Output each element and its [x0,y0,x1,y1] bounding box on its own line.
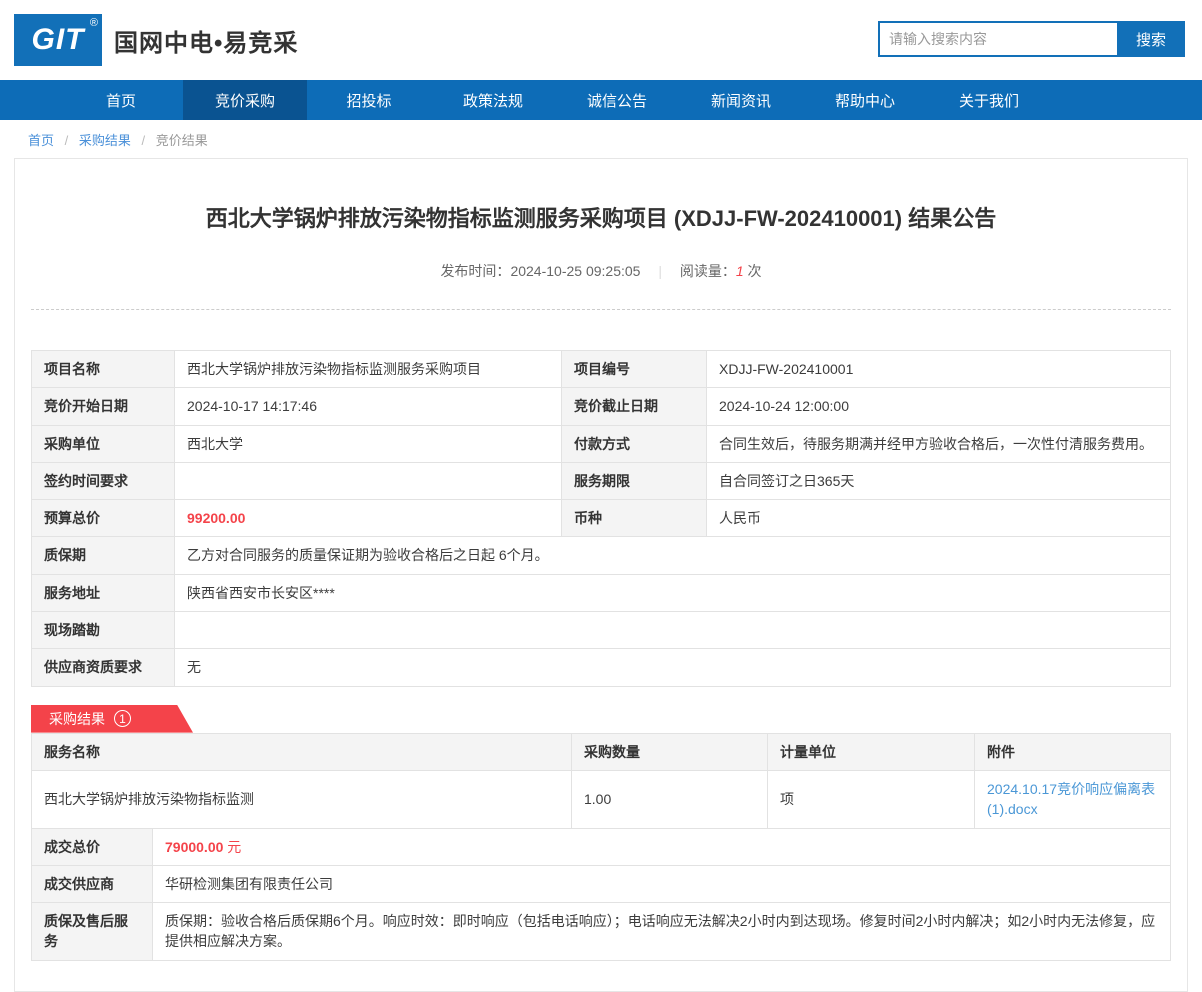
publish-time: 2024-10-25 09:25:05 [510,263,641,279]
warranty-value: 乙方对合同服务的质量保证期为验收合格后之日起 6个月。 [174,536,1171,575]
bid-end-label: 竞价截止日期 [561,387,707,426]
table-row: 质保及售后服务 质保期：验收合格后质保期6个月。响应时效：即时响应（包括电话响应… [31,902,1171,961]
table-header-row: 服务名称 采购数量 计量单位 附件 [31,732,1171,771]
table-row: 签约时间要求 服务期限 自合同签订之日365天 [31,461,1171,501]
breadcrumb-separator: / [141,133,146,148]
payment-value: 合同生效后，待服务期满并经甲方验收合格后，一次性付清服务费用。 [706,424,1171,463]
nav-item-news[interactable]: 新闻资讯 [679,80,803,120]
meta-divider: | [658,263,662,279]
service-name-header: 服务名称 [31,732,572,771]
views-unit: 次 [747,263,762,279]
table-row: 供应商资质要求 无 [31,648,1171,687]
table-row: 预算总价 99200.00 币种 人民币 [31,499,1171,538]
buyer-value: 西北大学 [174,424,562,463]
currency-label: 币种 [561,499,707,538]
deal-summary-table: 成交总价 79000.00 元 成交供应商 华研检测集团有限责任公司 质保及售后… [31,827,1171,961]
search-bar: 搜索 [878,21,1185,57]
supplier-qualification-label: 供应商资质要求 [31,648,175,687]
service-name-cell: 西北大学锅炉排放污染物指标监测 [31,769,572,829]
search-input[interactable] [878,21,1117,57]
table-row: 成交总价 79000.00 元 [31,827,1171,866]
attachment-header: 附件 [974,732,1171,771]
page-title: 西北大学锅炉排放污染物指标监测服务采购项目 (XDJJ-FW-202410001… [205,206,997,231]
warranty-label: 质保期 [31,536,175,575]
unit-header: 计量单位 [767,732,975,771]
table-row: 项目名称 西北大学锅炉排放污染物指标监测服务采购项目 项目编号 XDJJ-FW-… [31,349,1171,389]
breadcrumb-purchase-results[interactable]: 采购结果 [79,133,131,148]
table-row: 采购单位 西北大学 付款方式 合同生效后，待服务期满并经甲方验收合格后，一次性付… [31,424,1171,463]
project-name-value: 西北大学锅炉排放污染物指标监测服务采购项目 [174,349,562,389]
table-row: 质保期 乙方对合同服务的质量保证期为验收合格后之日起 6个月。 [31,536,1171,575]
table-row: 成交供应商 华研检测集团有限责任公司 [31,864,1171,904]
buyer-label: 采购单位 [31,424,175,463]
budget-label: 预算总价 [31,499,175,538]
service-term-value: 自合同签订之日365天 [706,461,1171,501]
breadcrumb-current: 竞价结果 [155,133,208,148]
dashed-divider [31,309,1171,310]
quantity-header: 采购数量 [571,732,768,771]
supplier-qualification-value: 无 [174,648,1171,687]
deal-total-amount: 79000.00 [165,838,224,855]
purchase-result-badge: 采购结果 1 [31,704,193,733]
breadcrumb-separator: / [64,133,69,148]
badge-label: 采购结果 [49,710,105,727]
site-survey-value [174,611,1171,650]
bid-start-label: 竞价开始日期 [31,387,175,426]
service-address-label: 服务地址 [31,573,175,613]
after-sale-label: 质保及售后服务 [31,902,153,961]
nav-item-integrity-notices[interactable]: 诚信公告 [555,80,679,120]
attachment-link[interactable]: 2024.10.17竞价响应偏离表(1).docx [987,779,1158,820]
sign-time-label: 签约时间要求 [31,461,175,501]
winning-supplier-value: 华研检测集团有限责任公司 [152,864,1171,904]
content-card: 西北大学锅炉排放污染物指标监测服务采购项目 (XDJJ-FW-202410001… [14,158,1188,992]
project-name-label: 项目名称 [31,349,175,389]
quantity-cell: 1.00 [571,769,768,829]
purchase-result-table: 服务名称 采购数量 计量单位 附件 西北大学锅炉排放污染物指标监测 1.00 项… [31,732,1171,829]
site-name: 国网中电•易竞采 [114,29,299,57]
payment-label: 付款方式 [561,424,707,463]
nav-item-home[interactable]: 首页 [59,80,183,120]
site-header: GIT ® 国网中电•易竞采 搜索 [0,0,1202,80]
badge-count-circle-icon: 1 [114,710,131,728]
service-address-value: 陕西省西安市长安区**** [174,573,1171,613]
deal-total-label: 成交总价 [31,827,153,866]
after-sale-value: 质保期：验收合格后质保期6个月。响应时效：即时响应（包括电话响应）；电话响应无法… [152,902,1171,961]
project-details-table: 项目名称 西北大学锅炉排放污染物指标监测服务采购项目 项目编号 XDJJ-FW-… [31,349,1171,687]
nav-item-tenders[interactable]: 招投标 [307,80,431,120]
publish-time-label: 发布时间： [440,263,511,279]
logo-text: GIT [31,23,85,56]
main-nav: 首页 竞价采购 招投标 政策法规 诚信公告 新闻资讯 帮助中心 关于我们 [0,80,1202,120]
nav-item-about-us[interactable]: 关于我们 [927,80,1051,120]
project-no-value: XDJJ-FW-202410001 [706,349,1171,389]
article-meta: 发布时间：2024-10-25 09:25:05 | 阅读量：1 次 [31,261,1171,281]
breadcrumb-home[interactable]: 首页 [28,133,54,148]
views-label: 阅读量： [679,263,736,279]
sign-time-value [174,461,562,501]
table-row: 竞价开始日期 2024-10-17 14:17:46 竞价截止日期 2024-1… [31,387,1171,426]
project-no-label: 项目编号 [561,349,707,389]
table-row: 服务地址 陕西省西安市长安区**** [31,573,1171,613]
nav-item-help-center[interactable]: 帮助中心 [803,80,927,120]
currency-value: 人民币 [706,499,1171,538]
bid-end-value: 2024-10-24 12:00:00 [706,387,1171,426]
views-count: 1 [735,263,744,279]
bid-start-value: 2024-10-17 14:17:46 [174,387,562,426]
winning-supplier-label: 成交供应商 [31,864,153,904]
breadcrumb: 首页 / 采购结果 / 竞价结果 [0,120,1202,158]
nav-item-policies[interactable]: 政策法规 [431,80,555,120]
site-survey-label: 现场踏勘 [31,611,175,650]
nav-item-bidding-purchase[interactable]: 竞价采购 [183,80,307,120]
table-row: 西北大学锅炉排放污染物指标监测 1.00 项 2024.10.17竞价响应偏离表… [31,769,1171,829]
deal-total-unit: 元 [227,838,242,855]
budget-value: 99200.00 [174,499,562,538]
table-row: 现场踏勘 [31,611,1171,650]
service-term-label: 服务期限 [561,461,707,501]
search-button[interactable]: 搜索 [1117,21,1185,57]
unit-cell: 项 [767,769,975,829]
site-logo[interactable]: GIT ® [14,14,102,66]
registered-trademark-icon: ® [89,17,98,29]
